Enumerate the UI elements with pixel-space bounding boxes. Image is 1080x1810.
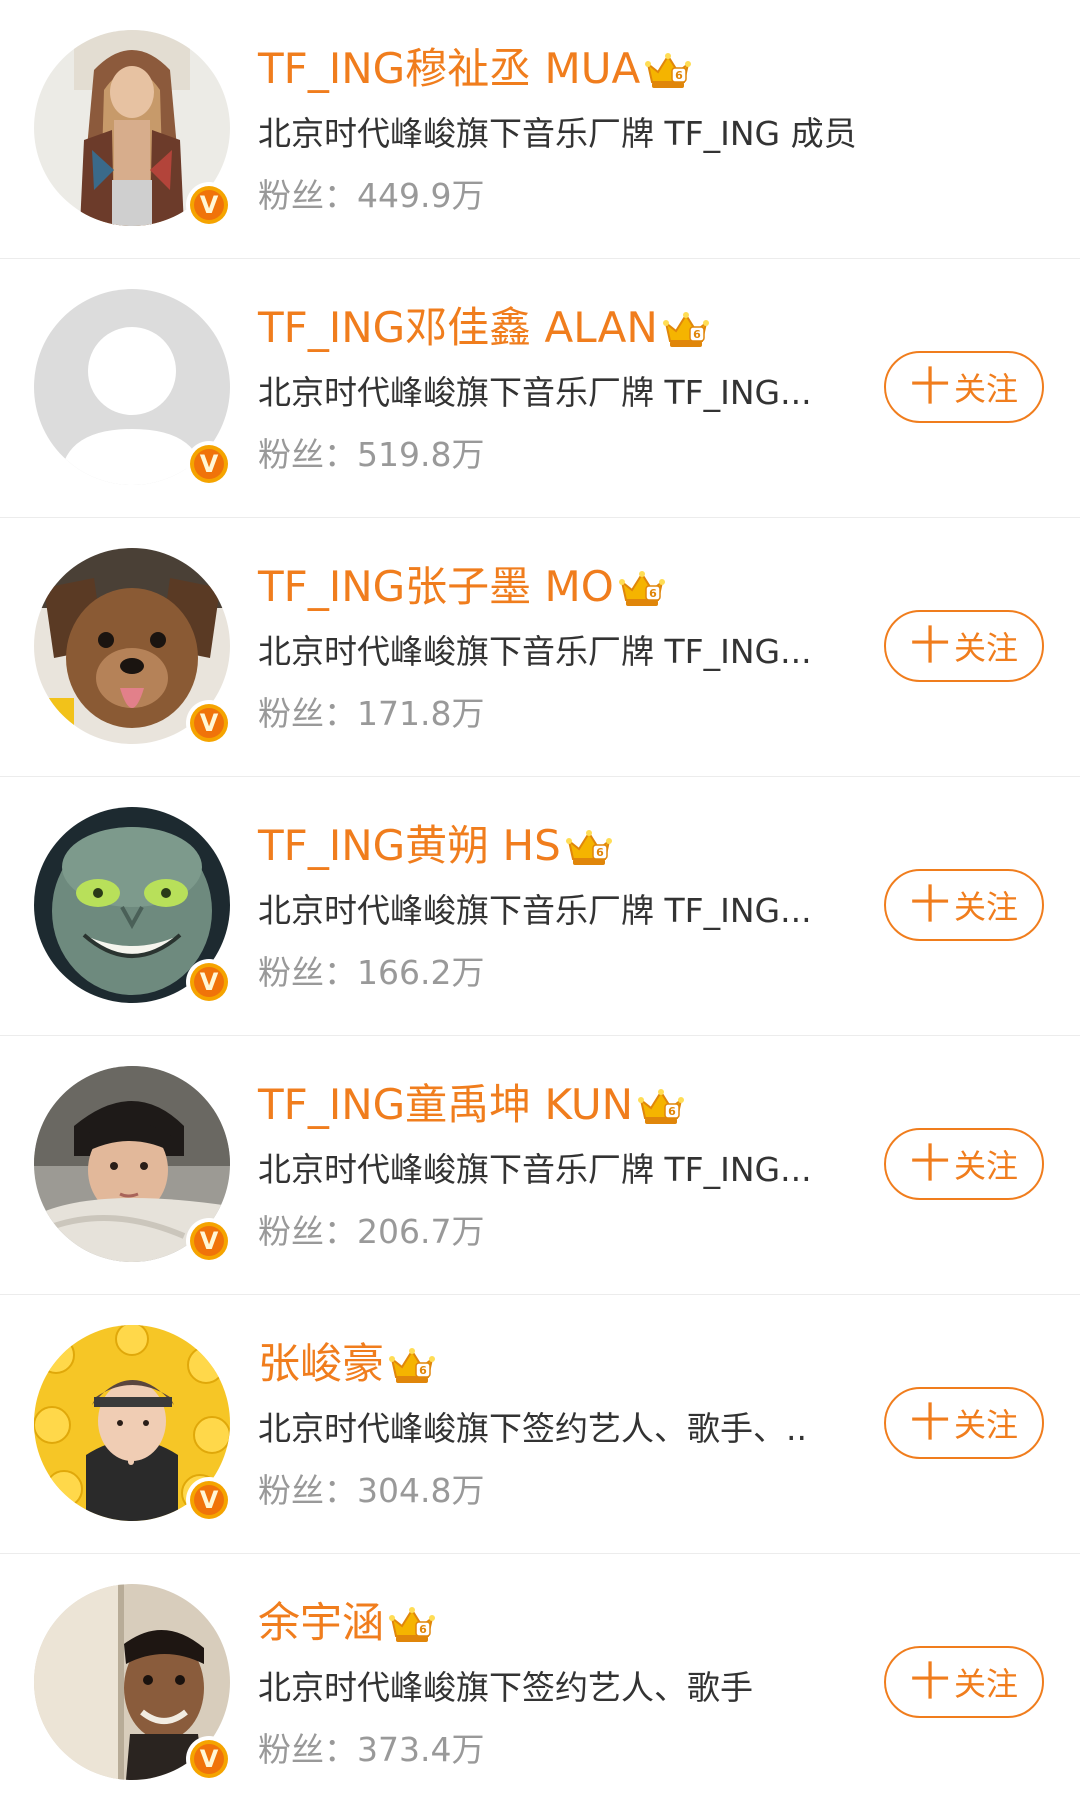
user-name[interactable]: TF_ING穆祉丞 MUA — [258, 40, 640, 98]
name-line: TF_ING穆祉丞 MUA 6 — [258, 40, 858, 98]
user-description: 北京时代峰峻旗下签约艺人、歌手、.. — [258, 1409, 807, 1448]
user-name[interactable]: TF_ING童禹坤 KUN — [258, 1076, 633, 1134]
avatar-wrap[interactable]: V — [34, 1066, 232, 1264]
verified-badge-icon: V — [186, 959, 232, 1005]
fans-count: 粉丝：519.8万 — [258, 435, 485, 474]
list-item[interactable]: V TF_ING张子墨 MO 6 北京时代峰峻旗下音乐厂牌 TF_ING... … — [0, 518, 1080, 777]
avatar-wrap[interactable]: V — [34, 807, 232, 1005]
svg-text:6: 6 — [419, 1623, 427, 1636]
crown-icon: 6 — [638, 1089, 685, 1124]
avatar-wrap[interactable]: V — [34, 30, 232, 228]
name-line: 张峻豪 6 — [258, 1335, 858, 1393]
follow-label: 关注 — [953, 1406, 1018, 1444]
plus-icon: 十 — [909, 623, 950, 669]
user-info: TF_ING黄朔 HS 6 北京时代峰峻旗下音乐厂牌 TF_ING... 粉丝：… — [258, 817, 858, 997]
crown-icon: 6 — [618, 571, 665, 606]
fans-count: 粉丝：171.8万 — [258, 694, 485, 733]
plus-icon: 十 — [909, 1400, 950, 1446]
crown-icon: 6 — [389, 1348, 436, 1383]
name-line: TF_ING黄朔 HS 6 — [258, 817, 858, 875]
fans-count: 粉丝：166.2万 — [258, 953, 485, 992]
verified-badge-icon: V — [186, 1477, 232, 1523]
fans-count: 粉丝：206.7万 — [258, 1212, 485, 1251]
verified-badge-icon: V — [186, 700, 232, 746]
follow-label: 关注 — [953, 888, 1018, 926]
user-info: TF_ING童禹坤 KUN 6 北京时代峰峻旗下音乐厂牌 TF_ING... 粉… — [258, 1076, 858, 1256]
user-name[interactable]: 张峻豪 — [258, 1335, 384, 1393]
svg-text:6: 6 — [693, 328, 701, 341]
avatar-wrap[interactable]: V — [34, 1325, 232, 1523]
follow-button[interactable]: 十 关注 — [884, 610, 1044, 682]
svg-text:6: 6 — [596, 846, 604, 859]
avatar-wrap[interactable]: V — [34, 1584, 232, 1782]
avatar-wrap[interactable]: V — [34, 289, 232, 487]
plus-icon: 十 — [909, 882, 950, 928]
crown-icon: 6 — [565, 830, 612, 865]
name-line: TF_ING邓佳鑫 ALAN 6 — [258, 299, 858, 357]
follow-label: 关注 — [953, 1665, 1018, 1703]
fans-count: 粉丝：304.8万 — [258, 1471, 485, 1510]
verified-badge-icon: V — [186, 441, 232, 487]
svg-text:6: 6 — [668, 1105, 676, 1118]
plus-icon: 十 — [909, 1141, 950, 1187]
crown-icon: 6 — [389, 1607, 436, 1642]
verified-badge-icon: V — [186, 182, 232, 228]
name-line: TF_ING童禹坤 KUN 6 — [258, 1076, 858, 1134]
follow-label: 关注 — [953, 629, 1018, 667]
user-info: TF_ING邓佳鑫 ALAN 6 北京时代峰峻旗下音乐厂牌 TF_ING... … — [258, 299, 858, 479]
follow-button[interactable]: 十 关注 — [884, 1387, 1044, 1459]
follow-label: 关注 — [953, 370, 1018, 408]
follow-button[interactable]: 十 关注 — [884, 869, 1044, 941]
list-item[interactable]: V TF_ING黄朔 HS 6 北京时代峰峻旗下音乐厂牌 TF_ING... 粉… — [0, 777, 1080, 1036]
verified-badge-icon: V — [186, 1736, 232, 1782]
user-description: 北京时代峰峻旗下签约艺人、歌手 — [258, 1668, 753, 1707]
user-description: 北京时代峰峻旗下音乐厂牌 TF_ING... — [258, 632, 812, 671]
list-item[interactable]: V 张峻豪 6 北京时代峰峻旗下签约艺人、歌手、.. 粉丝：304.8万 十 关… — [0, 1295, 1080, 1554]
user-name[interactable]: TF_ING黄朔 HS — [258, 817, 561, 875]
user-info: TF_ING张子墨 MO 6 北京时代峰峻旗下音乐厂牌 TF_ING... 粉丝… — [258, 558, 858, 738]
crown-icon: 6 — [662, 312, 709, 347]
user-info: TF_ING穆祉丞 MUA 6 北京时代峰峻旗下音乐厂牌 TF_ING 成员 穆… — [258, 40, 858, 220]
user-description: 北京时代峰峻旗下音乐厂牌 TF_ING... — [258, 373, 812, 412]
svg-text:6: 6 — [675, 69, 683, 82]
list-item[interactable]: V TF_ING童禹坤 KUN 6 北京时代峰峻旗下音乐厂牌 TF_ING...… — [0, 1036, 1080, 1295]
list-item[interactable]: V TF_ING邓佳鑫 ALAN 6 北京时代峰峻旗下音乐厂牌 TF_ING..… — [0, 259, 1080, 518]
follow-button[interactable]: 十 关注 — [884, 1646, 1044, 1718]
user-name[interactable]: TF_ING张子墨 MO — [258, 558, 614, 616]
fans-count: 粉丝：449.9万 — [258, 176, 485, 215]
name-line: TF_ING张子墨 MO 6 — [258, 558, 858, 616]
user-list: V TF_ING穆祉丞 MUA 6 北京时代峰峻旗下音乐厂牌 TF_ING 成员… — [0, 0, 1080, 1810]
user-description: 北京时代峰峻旗下音乐厂牌 TF_ING... — [258, 1150, 812, 1189]
plus-icon: 十 — [909, 364, 950, 410]
user-name[interactable]: 余宇涵 — [258, 1594, 384, 1652]
user-info: 余宇涵 6 北京时代峰峻旗下签约艺人、歌手 粉丝：373.4万 — [258, 1594, 858, 1774]
follow-label: 关注 — [953, 1147, 1018, 1185]
avatar-wrap[interactable]: V — [34, 548, 232, 746]
svg-text:6: 6 — [649, 587, 657, 600]
list-item[interactable]: V 余宇涵 6 北京时代峰峻旗下签约艺人、歌手 粉丝：373.4万 十 关注 — [0, 1554, 1080, 1810]
user-name[interactable]: TF_ING邓佳鑫 ALAN — [258, 299, 658, 357]
name-line: 余宇涵 6 — [258, 1594, 858, 1652]
svg-text:6: 6 — [419, 1364, 427, 1377]
follow-button[interactable]: 十 关注 — [884, 1128, 1044, 1200]
follow-button[interactable]: 十 关注 — [884, 351, 1044, 423]
list-item[interactable]: V TF_ING穆祉丞 MUA 6 北京时代峰峻旗下音乐厂牌 TF_ING 成员… — [0, 0, 1080, 259]
user-info: 张峻豪 6 北京时代峰峻旗下签约艺人、歌手、.. 粉丝：304.8万 — [258, 1335, 858, 1515]
crown-icon: 6 — [645, 53, 692, 88]
fans-count: 粉丝：373.4万 — [258, 1730, 485, 1769]
user-description: 北京时代峰峻旗下音乐厂牌 TF_ING... — [258, 891, 812, 930]
user-description: 北京时代峰峻旗下音乐厂牌 TF_ING 成员 穆祉丞 — [258, 114, 858, 153]
plus-icon: 十 — [909, 1659, 950, 1705]
verified-badge-icon: V — [186, 1218, 232, 1264]
